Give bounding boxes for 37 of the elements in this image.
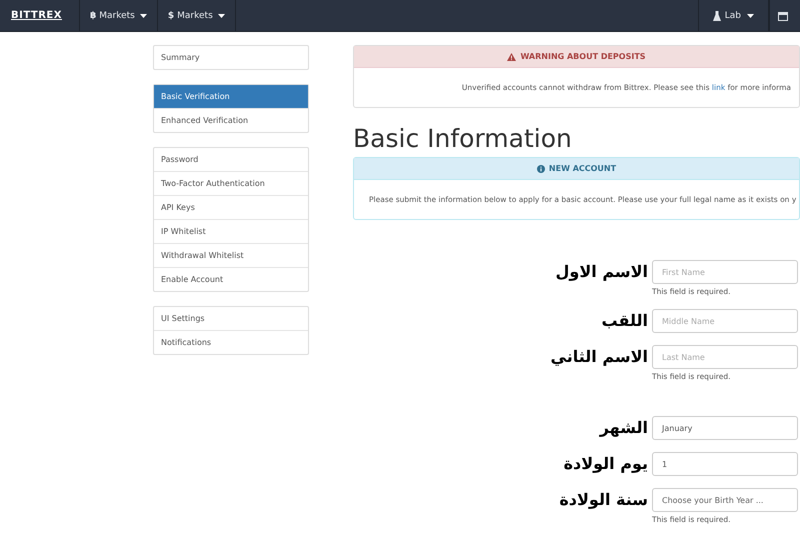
field-label: سنة الولادة bbox=[558, 489, 648, 511]
sidebar-item[interactable]: Notifications bbox=[154, 330, 308, 354]
calendar-icon bbox=[778, 10, 788, 20]
sidebar-item[interactable]: IP Whitelist bbox=[154, 219, 308, 243]
field-label: الشهر bbox=[598, 417, 648, 439]
sidebar-item[interactable]: UI Settings bbox=[154, 307, 308, 330]
sidebar-item[interactable]: Basic Verification bbox=[154, 85, 308, 108]
sidebar-item[interactable]: Two-Factor Authentication bbox=[154, 171, 308, 195]
text-field[interactable]: Last Name bbox=[652, 345, 798, 369]
markets-menu[interactable]: ฿ Markets bbox=[80, 0, 158, 31]
dropdown-select[interactable]: Choose your Birth Year ... bbox=[652, 488, 798, 512]
field-label: اللقب bbox=[600, 310, 648, 332]
page-heading: Basic Information bbox=[353, 124, 573, 153]
flask-icon bbox=[712, 10, 721, 20]
dropdown-select[interactable]: January bbox=[652, 416, 798, 440]
dropdown-select[interactable]: 1 bbox=[652, 452, 798, 476]
field-label: الاسم الاول bbox=[554, 261, 648, 283]
field-label: الاسم الثاني bbox=[550, 346, 648, 368]
info-title: NEW ACCOUNT bbox=[548, 164, 616, 173]
user-menu[interactable]: Lab bbox=[698, 0, 769, 31]
warning-icon bbox=[507, 52, 516, 60]
text-field[interactable]: Middle Name bbox=[652, 309, 798, 333]
brand-logo[interactable]: BITTREX bbox=[0, 0, 80, 31]
warning-title: WARNING ABOUT DEPOSITS bbox=[520, 52, 646, 61]
text-field[interactable]: First Name bbox=[652, 260, 798, 284]
field-label: يوم الولادة bbox=[562, 453, 648, 475]
sidebar-item[interactable]: Enhanced Verification bbox=[154, 108, 308, 132]
caret-icon bbox=[218, 14, 225, 18]
sidebar-item[interactable]: API Keys bbox=[154, 195, 308, 219]
markets-menu[interactable]: $ Markets bbox=[158, 0, 236, 31]
info-icon bbox=[536, 164, 545, 172]
sidebar-item[interactable]: Summary bbox=[154, 46, 308, 69]
sidebar-item[interactable]: Password bbox=[154, 148, 308, 171]
sidebar-item[interactable]: Withdrawal Whitelist bbox=[154, 243, 308, 267]
sidebar-item[interactable]: Enable Account bbox=[154, 267, 308, 291]
caret-icon bbox=[747, 14, 754, 18]
caret-icon bbox=[140, 14, 147, 18]
